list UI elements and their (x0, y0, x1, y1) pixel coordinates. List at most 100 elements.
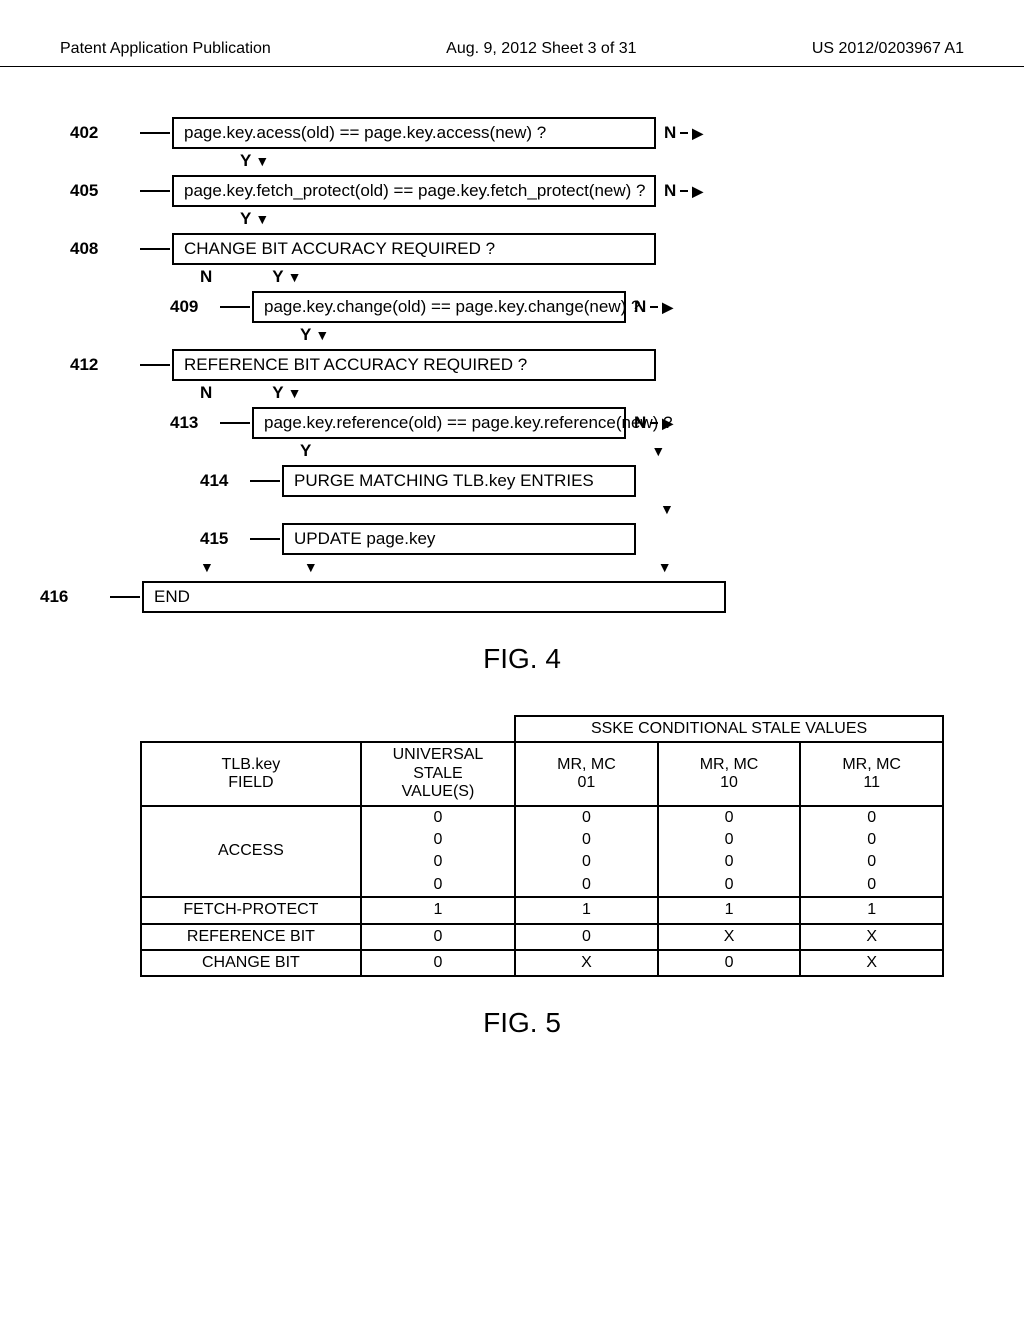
arrow-right-icon: ▶ (692, 183, 703, 200)
cell: 0 (658, 950, 801, 976)
cell: 1 (361, 897, 515, 923)
cell: 1 (658, 897, 801, 923)
arrow-down-icon: ▼ (658, 562, 672, 572)
decision-408: CHANGE BIT ACCURACY REQUIRED ? (172, 233, 656, 265)
col-mrmc-01: MR, MC 01 (515, 742, 658, 805)
cell-value: 0 (516, 807, 657, 829)
y-label: Y (240, 151, 251, 171)
col-tlbkey-field: TLB.key FIELD (141, 742, 361, 805)
cell: 0 0 0 0 (515, 806, 658, 898)
n-label: N (664, 181, 676, 201)
decision-402: page.key.acess(old) == page.key.access(n… (172, 117, 656, 149)
leader-line (140, 132, 170, 134)
arrow-down-icon: ▼ (255, 156, 269, 166)
arrow-down-icon: ▼ (660, 504, 674, 514)
connector-415: ▼ ▼ ▼ (140, 555, 964, 579)
flow-step-414: 414 PURGE MATCHING TLB.key ENTRIES (250, 465, 964, 497)
cell-value: 0 (801, 807, 942, 829)
flow-step-416: 416 END (110, 581, 964, 613)
n-label: N (634, 297, 646, 317)
table-row: TLB.key FIELD UNIVERSAL STALE VALUE(S) M… (141, 742, 943, 805)
ref-414: 414 (200, 471, 228, 491)
table-row: ACCESS 0 0 0 0 0 0 0 0 0 0 0 0 (141, 806, 943, 898)
ref-412: 412 (70, 355, 98, 375)
arrow-down-icon: ▼ (255, 214, 269, 224)
cell-value: 0 (659, 807, 800, 829)
arrow-down-icon: ▼ (304, 562, 318, 572)
flow-step-402: 402 page.key.acess(old) == page.key.acce… (140, 117, 964, 149)
branch-n-413: N ▶ (634, 413, 673, 433)
flowchart-fig4: 402 page.key.acess(old) == page.key.acce… (140, 117, 964, 613)
y-connector-402: Y ▼ (140, 149, 964, 173)
cell: X (515, 950, 658, 976)
y-connector-409: Y ▼ (140, 323, 964, 347)
flow-step-408: 408 CHANGE BIT ACCURACY REQUIRED ? (140, 233, 964, 265)
cell-value: 0 (659, 874, 800, 896)
cell: 0 0 0 0 (800, 806, 943, 898)
sske-table: SSKE CONDITIONAL STALE VALUES TLB.key FI… (140, 715, 944, 977)
table-header-span: SSKE CONDITIONAL STALE VALUES (515, 716, 943, 742)
y-connector-405: Y ▼ (140, 207, 964, 231)
process-414: PURGE MATCHING TLB.key ENTRIES (282, 465, 636, 497)
yn-connector-408: N Y ▼ (140, 265, 964, 289)
header-left: Patent Application Publication (60, 40, 271, 58)
connector-414: ▼ (140, 497, 964, 521)
y-label: Y (300, 325, 311, 345)
arrow-down-icon: ▼ (315, 330, 329, 340)
cell-value: 0 (659, 829, 800, 851)
ref-408: 408 (70, 239, 98, 259)
cell-value: 0 (801, 851, 942, 873)
cell: X (658, 924, 801, 950)
table-row: FETCH-PROTECT 1 1 1 1 (141, 897, 943, 923)
cell-value: 0 (801, 829, 942, 851)
table-row: CHANGE BIT 0 X 0 X (141, 950, 943, 976)
table-row: SSKE CONDITIONAL STALE VALUES (141, 716, 943, 742)
table-row: REFERENCE BIT 0 0 X X (141, 924, 943, 950)
cell-value: 0 (516, 851, 657, 873)
col-universal-stale: UNIVERSAL STALE VALUE(S) (361, 742, 515, 805)
arrow-down-icon: ▼ (288, 388, 302, 398)
ref-402: 402 (70, 123, 98, 143)
cell-value: 0 (801, 874, 942, 896)
cell: 1 (515, 897, 658, 923)
ref-405: 405 (70, 181, 98, 201)
flow-step-409: 409 page.key.change(old) == page.key.cha… (220, 291, 964, 323)
table-fig5: SSKE CONDITIONAL STALE VALUES TLB.key FI… (140, 715, 944, 977)
cell-value: 0 (516, 829, 657, 851)
cell: 0 (361, 950, 515, 976)
cell-value: 0 (362, 829, 514, 851)
arrow-down-icon: ▼ (651, 446, 665, 456)
y-connector-413: Y ▼ (140, 439, 964, 463)
decision-412: REFERENCE BIT ACCURACY REQUIRED ? (172, 349, 656, 381)
n-label: N (634, 413, 646, 433)
decision-405: page.key.fetch_protect(old) == page.key.… (172, 175, 656, 207)
header-right: US 2012/0203967 A1 (812, 40, 964, 58)
cell: 0 0 0 0 (658, 806, 801, 898)
y-label: Y (240, 209, 251, 229)
flow-step-405: 405 page.key.fetch_protect(old) == page.… (140, 175, 964, 207)
y-label: Y (272, 383, 283, 403)
branch-n-402: N ▶ (664, 123, 703, 143)
cell-value: 0 (362, 874, 514, 896)
row-reference-label: REFERENCE BIT (141, 924, 361, 950)
ref-415: 415 (200, 529, 228, 549)
n-label: N (200, 267, 212, 287)
decision-413: page.key.reference(old) == page.key.refe… (252, 407, 626, 439)
cell-value: 0 (362, 851, 514, 873)
ref-413: 413 (170, 413, 198, 433)
y-label: Y (272, 267, 283, 287)
flow-step-412: 412 REFERENCE BIT ACCURACY REQUIRED ? (140, 349, 964, 381)
page-header: Patent Application Publication Aug. 9, 2… (0, 0, 1024, 67)
cell-value: 0 (362, 807, 514, 829)
row-change-label: CHANGE BIT (141, 950, 361, 976)
figure-4-label: FIG. 4 (80, 643, 964, 675)
process-415: UPDATE page.key (282, 523, 636, 555)
arrow-right-icon: ▶ (662, 299, 673, 316)
ref-416: 416 (40, 587, 68, 607)
flow-step-415: 415 UPDATE page.key (250, 523, 964, 555)
arrow-right-icon: ▶ (692, 125, 703, 142)
row-fetch-label: FETCH-PROTECT (141, 897, 361, 923)
y-label: Y (300, 441, 311, 461)
page-content: 402 page.key.acess(old) == page.key.acce… (0, 67, 1024, 1099)
branch-n-405: N ▶ (664, 181, 703, 201)
